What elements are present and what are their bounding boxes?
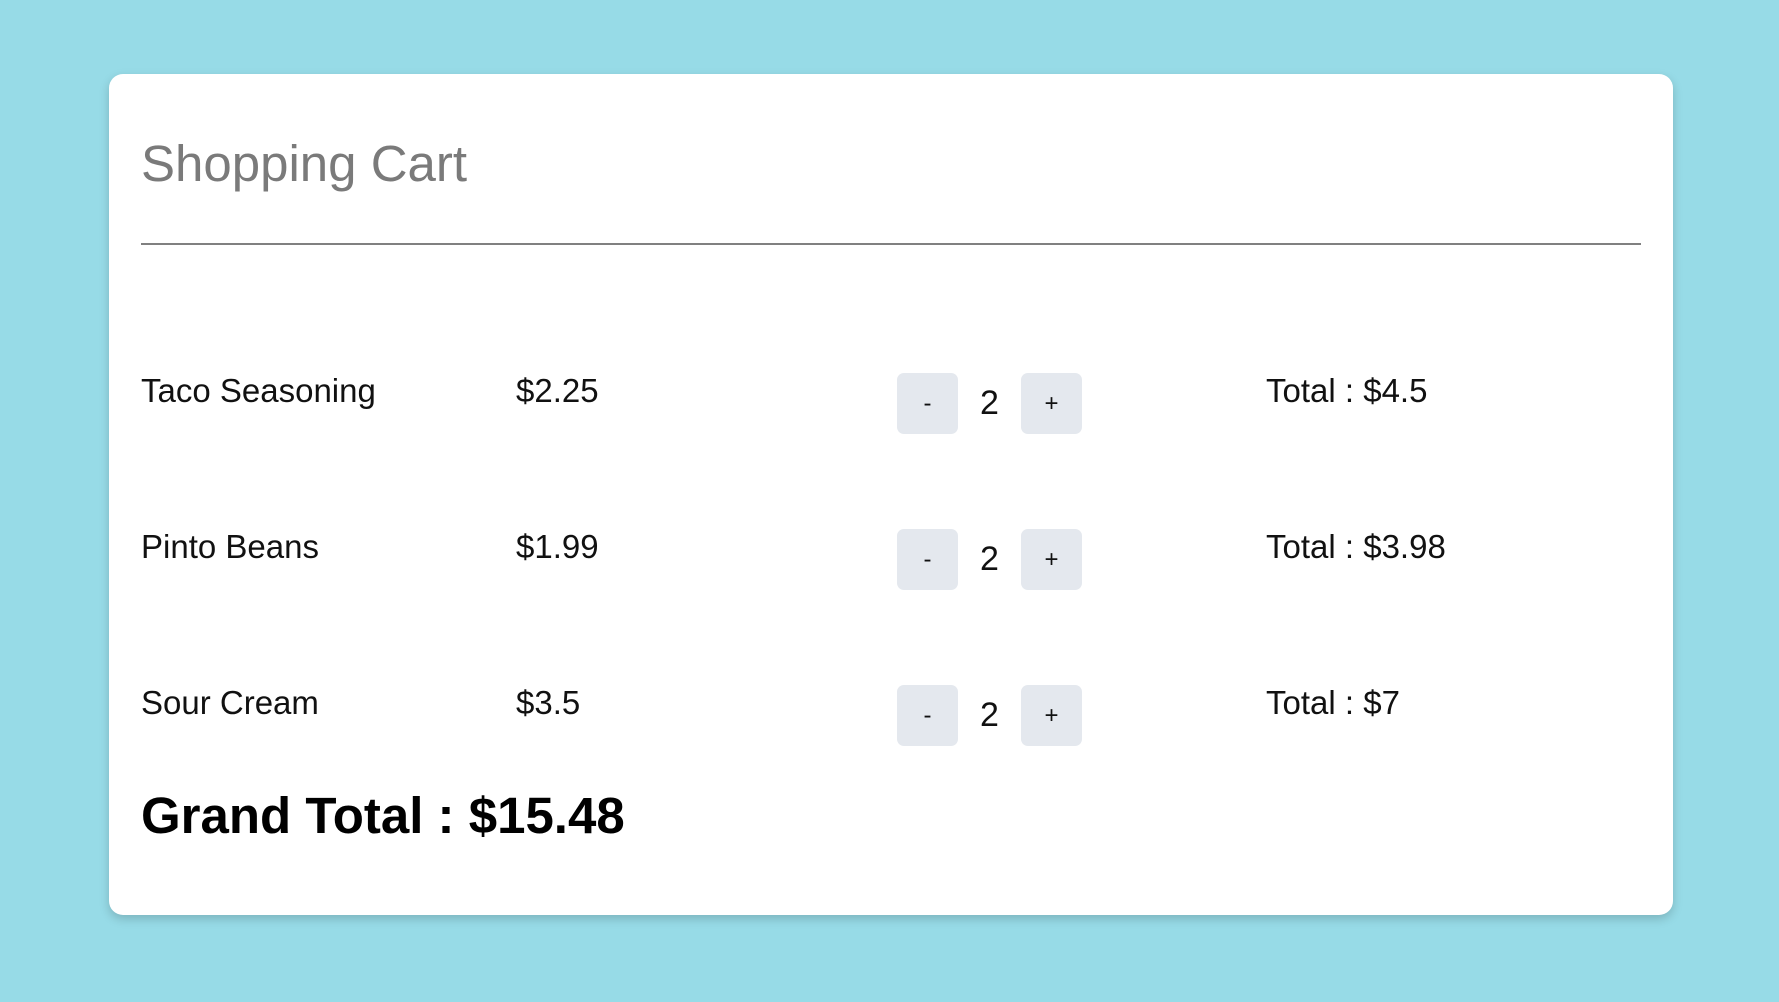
quantity-stepper: - 2 +	[897, 529, 1084, 590]
shopping-cart-card: Shopping Cart Taco Seasoning $2.25 - 2 +…	[109, 74, 1673, 915]
item-total: Total : $4.5	[1266, 372, 1428, 409]
quantity-value: 2	[980, 384, 999, 422]
increment-button[interactable]: +	[1021, 373, 1082, 434]
cart-item-row: Pinto Beans $1.99 - 2 + Total : $3.98	[141, 528, 1641, 592]
item-total: Total : $7	[1266, 684, 1400, 721]
increment-button[interactable]: +	[1021, 685, 1082, 746]
item-name: Pinto Beans	[141, 528, 319, 565]
quantity-stepper: - 2 +	[897, 373, 1084, 434]
page-title: Shopping Cart	[141, 135, 468, 192]
decrement-button[interactable]: -	[897, 373, 958, 434]
item-price: $3.5	[516, 684, 581, 721]
quantity-value: 2	[980, 540, 999, 578]
item-name: Sour Cream	[141, 684, 319, 721]
decrement-button[interactable]: -	[897, 685, 958, 746]
item-price: $1.99	[516, 528, 599, 565]
item-price: $2.25	[516, 372, 599, 409]
quantity-value: 2	[980, 696, 999, 734]
item-name: Taco Seasoning	[141, 372, 376, 409]
quantity-stepper: - 2 +	[897, 685, 1084, 746]
cart-item-row: Sour Cream $3.5 - 2 + Total : $7	[141, 684, 1641, 748]
cart-item-row: Taco Seasoning $2.25 - 2 + Total : $4.5	[141, 372, 1641, 436]
item-total: Total : $3.98	[1266, 528, 1446, 565]
title-divider	[141, 243, 1641, 245]
increment-button[interactable]: +	[1021, 529, 1082, 590]
grand-total: Grand Total : $15.48	[141, 787, 625, 844]
decrement-button[interactable]: -	[897, 529, 958, 590]
